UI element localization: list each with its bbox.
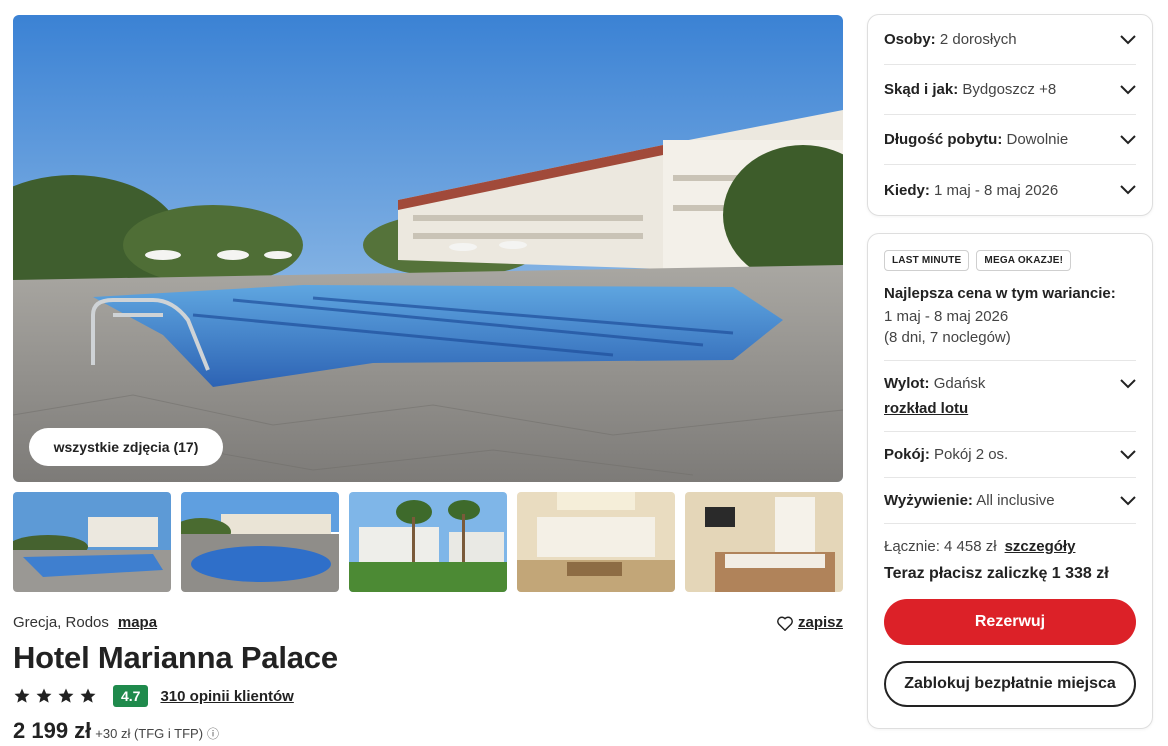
room-value: Pokój 2 os.: [934, 446, 1009, 463]
thumbnail-palms-garden[interactable]: [349, 492, 507, 592]
thumbnail-hotel-room[interactable]: [685, 492, 843, 592]
divider: [884, 523, 1136, 524]
hotel-name: Hotel Marianna Palace: [13, 640, 338, 675]
total-price: Łącznie: 4 458 zł: [884, 538, 997, 555]
chevron-down-icon: [1120, 84, 1136, 94]
best-price-title: Najlepsza cena w tym wariancie:: [884, 285, 1116, 302]
price-extra: +30 zł (TFG i TFP): [95, 726, 204, 741]
book-button[interactable]: Rezerwuj: [884, 599, 1136, 645]
rating-row: 4.7 310 opinii klientów: [13, 684, 294, 708]
offer-card: LAST MINUTE MEGA OKAZJE! Najlepsza cena …: [867, 233, 1153, 729]
thumbnail-lobby[interactable]: [517, 492, 675, 592]
info-icon[interactable]: ⓘ: [207, 725, 219, 742]
badge-last-minute: LAST MINUTE: [884, 250, 970, 271]
filter-people[interactable]: Osoby: 2 dorosłych: [884, 15, 1136, 65]
flight-label: Wylot:: [884, 375, 930, 392]
deposit-text: Teraz płacisz zaliczkę 1 338 zł: [884, 565, 1109, 582]
best-price-dates: 1 maj - 8 maj 2026: [884, 308, 1009, 325]
save-button[interactable]: zapisz: [776, 614, 843, 631]
filter-people-value: 2 dorosłych: [939, 31, 1017, 48]
badge-mega-okazje: MEGA OKAZJE!: [976, 250, 1072, 271]
filter-from[interactable]: Skąd i jak: Bydgoszcz +8: [884, 65, 1136, 115]
room-select[interactable]: Pokój: Pokój 2 os.: [884, 446, 1136, 463]
all-photos-button[interactable]: wszystkie zdjęcia (17): [29, 428, 223, 466]
board-label: Wyżywienie:: [884, 492, 973, 509]
main-photo[interactable]: wszystkie zdjęcia (17): [13, 15, 843, 482]
price-row: 2 199 zł +30 zł (TFG i TFP) ⓘ: [13, 718, 219, 744]
thumbnail-pool-view[interactable]: [13, 492, 171, 592]
filter-when[interactable]: Kiedy: 1 maj - 8 maj 2026: [884, 165, 1136, 215]
hotel-location: Grecja, Rodos mapa: [13, 614, 157, 631]
flight-select[interactable]: Wylot: Gdańsk: [884, 375, 1136, 392]
star-icon: [58, 688, 74, 703]
chevron-down-icon: [1120, 34, 1136, 44]
save-label: zapisz: [797, 614, 843, 631]
filter-when-value: 1 maj - 8 maj 2026: [934, 181, 1059, 199]
location-text: Grecja, Rodos: [13, 614, 109, 631]
flight-schedule-link[interactable]: rozkład lotu: [884, 400, 1136, 417]
filter-length-label: Długość pobytu:: [884, 131, 1003, 148]
flight-value: Gdańsk: [933, 375, 986, 392]
block-seats-button[interactable]: Zablokuj bezpłatnie miejsca: [884, 661, 1136, 707]
thumbnail-pool-garden[interactable]: [181, 492, 339, 592]
star-icon: [80, 688, 96, 703]
chevron-down-icon: [1120, 134, 1136, 144]
board-select[interactable]: Wyżywienie: All inclusive: [884, 492, 1136, 509]
offer-badges: LAST MINUTE MEGA OKAZJE!: [884, 250, 1136, 271]
star-icon: [36, 688, 52, 703]
chevron-down-icon: [1120, 378, 1136, 388]
filter-from-label: Skąd i jak:: [884, 81, 959, 98]
filter-length[interactable]: Długość pobytu: Dowolnie: [884, 115, 1136, 165]
chevron-down-icon: [1120, 185, 1136, 195]
room-label: Pokój:: [884, 446, 930, 463]
price: 2 199 zł: [13, 718, 92, 743]
filter-from-value: Bydgoszcz +8: [962, 81, 1057, 98]
thumbnail-strip: [13, 492, 843, 592]
details-link[interactable]: szczegóły: [1005, 538, 1076, 555]
total-row: Łącznie: 4 458 zł szczegóły: [884, 538, 1136, 555]
filters-card: Osoby: 2 dorosłych Skąd i jak: Bydgoszcz…: [867, 14, 1153, 216]
hotel-pool-photo: [13, 15, 843, 482]
board-value: All inclusive: [976, 492, 1055, 509]
best-price-nights: (8 dni, 7 noclegów): [884, 329, 1011, 346]
filter-when-label: Kiedy:: [884, 181, 930, 199]
score-badge: 4.7: [113, 685, 149, 707]
filter-length-value: Dowolnie: [1006, 131, 1069, 148]
reviews-link[interactable]: 310 opinii klientów: [160, 688, 293, 705]
heart-icon: [777, 616, 793, 631]
star-icon: [14, 688, 30, 703]
filter-people-label: Osoby:: [884, 31, 936, 48]
chevron-down-icon: [1120, 449, 1136, 459]
chevron-down-icon: [1120, 495, 1136, 505]
map-link[interactable]: mapa: [118, 614, 157, 631]
